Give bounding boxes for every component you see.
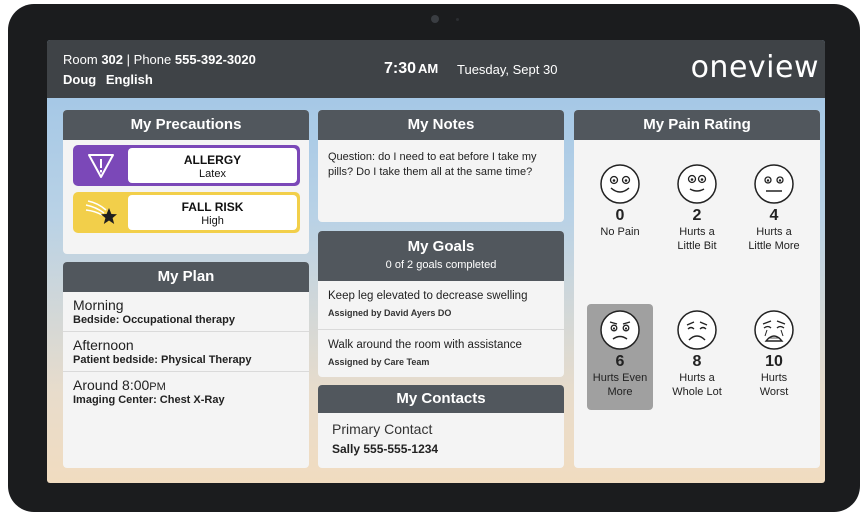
pain-label-line1: Hurts a [679, 372, 715, 384]
contact-label: Primary Contact [332, 421, 433, 437]
clock-time: 7:30 [384, 60, 417, 77]
patient-info: Doug English [63, 72, 159, 87]
pain-option-4[interactable]: 4 Hurts a Little More [741, 163, 807, 263]
plan-time: Morning [73, 297, 124, 313]
plan-time: Around 8:00PM [73, 377, 299, 393]
pain-label-line1: Hurts Even [592, 372, 648, 384]
pain-option-10[interactable]: 10 Hurts Worst [741, 309, 807, 409]
allergy-text: ALLERGY Latex [128, 148, 297, 183]
plan-detail: Patient bedside: Physical Therapy [73, 354, 252, 366]
fall-risk-detail: High [201, 215, 224, 227]
goal-text: Walk around the room with assistance [328, 339, 522, 351]
pain-label-line2: Little More [748, 240, 800, 252]
pain-label-line2: Worst [759, 386, 789, 398]
room-number: 302 [101, 52, 124, 67]
pain-label-line1: Hurts a [756, 226, 792, 238]
goal-assigned-by: Assigned by Care Team [328, 357, 430, 367]
plan-title: My Plan [63, 262, 309, 292]
phone-label: Phone [133, 52, 172, 67]
pain-value: 2 [692, 207, 702, 224]
clock-ampm: AM [418, 61, 439, 76]
warning-triangle-icon [75, 147, 127, 184]
pain-option-6[interactable]: 6 Hurts Even More [587, 304, 653, 410]
pain-option-2[interactable]: 2 Hurts a Little Bit [664, 163, 730, 263]
sad-face-icon [677, 310, 717, 350]
pain-rating-card[interactable]: My Pain Rating 0 No Pain 2 Hurts a Littl… [574, 110, 820, 468]
goals-card[interactable]: My Goals 0 of 2 goals completed Keep leg… [318, 231, 564, 377]
oneview-logo: oneview [690, 50, 819, 85]
contact-entry[interactable]: Primary Contact Sally 555-555-1234 [318, 413, 564, 464]
goals-title: My Goals [407, 238, 475, 255]
frowning-face-icon [600, 310, 640, 350]
pain-label-line2: More [607, 386, 633, 398]
plan-detail: Bedside: Occupational therapy [73, 314, 235, 326]
pain-value: 0 [615, 207, 625, 224]
screen: Room 302 | Phone 555-392-3020 Doug Engli… [47, 40, 825, 483]
header-bar: Room 302 | Phone 555-392-3020 Doug Engli… [47, 40, 825, 98]
pain-title: My Pain Rating [574, 110, 820, 140]
neutral-face-icon [754, 164, 794, 204]
date-text: Tuesday, Sept 30 [457, 62, 558, 77]
precautions-title: My Precautions [63, 110, 309, 140]
allergy-badge[interactable]: ALLERGY Latex [73, 145, 300, 186]
pain-value: 10 [765, 353, 783, 370]
fall-risk-badge[interactable]: FALL RISK High [73, 192, 300, 233]
contacts-card[interactable]: My Contacts Primary Contact Sally 555-55… [318, 385, 564, 468]
pain-option-0[interactable]: 0 No Pain [587, 163, 653, 263]
separator: | [126, 52, 131, 67]
patient-name: Doug [63, 72, 97, 87]
goal-assigned-by: Assigned by David Ayers DO [328, 308, 452, 318]
pain-label-line2: Little Bit [677, 240, 717, 252]
phone-number: 555-392-3020 [174, 52, 256, 67]
plan-time: Afternoon [73, 337, 134, 353]
goal-item[interactable]: Keep leg elevated to decrease swelling A… [318, 281, 564, 330]
pain-value: 8 [692, 353, 702, 370]
fall-risk-title: FALL RISK [181, 200, 244, 214]
pain-label-line1: Hurts [760, 372, 788, 384]
patient-language: English [105, 72, 153, 87]
plan-item[interactable]: Around 8:00PM Imaging Center: Chest X-Ra… [63, 372, 309, 411]
clock: 7:30 AM [384, 60, 438, 78]
goals-count: 0 of 2 goals completed [385, 259, 497, 271]
goal-item[interactable]: Walk around the room with assistance Ass… [318, 330, 564, 377]
allergy-detail: Latex [199, 168, 226, 180]
goals-header: My Goals 0 of 2 goals completed [318, 231, 564, 281]
pain-value: 4 [769, 207, 779, 224]
room-phone-info: Room 302 | Phone 555-392-3020 [63, 52, 256, 67]
plan-item[interactable]: Afternoon Patient bedside: Physical Ther… [63, 332, 309, 372]
plan-detail: Imaging Center: Chest X-Ray [73, 394, 225, 406]
falling-star-icon [75, 194, 127, 231]
sensor-dot [456, 18, 459, 21]
smiling-face-icon [600, 164, 640, 204]
contact-value: Sally 555-555-1234 [332, 442, 439, 456]
crying-face-icon [754, 310, 794, 350]
pain-label-line2: Whole Lot [672, 386, 722, 398]
camera-icon [431, 15, 439, 23]
plan-item[interactable]: Morning Bedside: Occupational therapy [63, 292, 309, 332]
precautions-card[interactable]: My Precautions ALLERGY Latex FALL RISK H… [63, 110, 309, 254]
notes-card[interactable]: My Notes Question: do I need to eat befo… [318, 110, 564, 222]
pain-option-8[interactable]: 8 Hurts a Whole Lot [664, 309, 730, 409]
notes-text: Question: do I need to eat before I take… [328, 151, 537, 178]
pain-label-line1: No Pain [600, 226, 640, 238]
plan-card[interactable]: My Plan Morning Bedside: Occupational th… [63, 262, 309, 468]
slight-smile-face-icon [677, 164, 717, 204]
room-label: Room [63, 52, 98, 67]
fall-risk-text: FALL RISK High [128, 195, 297, 230]
notes-title: My Notes [318, 110, 564, 140]
pain-label-line1: Hurts a [679, 226, 715, 238]
pain-value: 6 [615, 353, 625, 370]
plan-time-value: Around 8:00 [73, 377, 150, 393]
plan-time-suffix: PM [149, 381, 166, 393]
contacts-title: My Contacts [318, 385, 564, 413]
allergy-title: ALLERGY [183, 153, 242, 167]
goal-text: Keep leg elevated to decrease swelling [328, 290, 528, 302]
